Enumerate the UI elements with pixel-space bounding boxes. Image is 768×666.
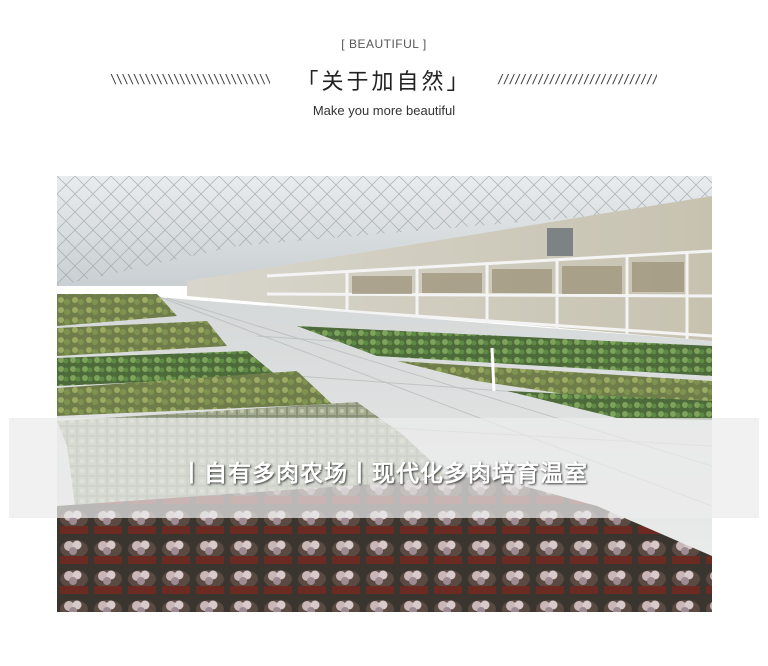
caption-text: 丨自有多肉农场丨现代化多肉培育温室 (180, 460, 588, 486)
title-row: \\\\\\\\\\\\\\\\\\\\\\\\\\\\\\\\\ 「关于加自然… (0, 64, 768, 98)
greenhouse-photo (57, 176, 712, 612)
right-slash-decoration: ////////////////////////////////// (497, 72, 657, 86)
page-subtitle: Make you more beautiful (312, 103, 456, 118)
section-eyebrow: [ BEAUTIFUL ] (341, 37, 427, 51)
